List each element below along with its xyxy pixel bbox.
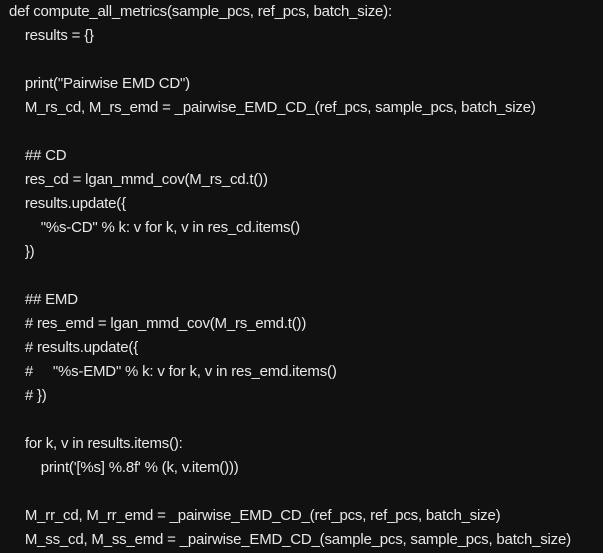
code-line: })	[9, 243, 35, 260]
code-line: M_ss_cd, M_ss_emd = _pairwise_EMD_CD_(sa…	[9, 531, 571, 548]
code-line: ## EMD	[9, 291, 78, 308]
code-lines: def compute_all_metrics(sample_pcs, ref_…	[9, 0, 599, 552]
code-line: # "%s-EMD" % k: v for k, v in res_emd.it…	[9, 363, 337, 380]
code-line: print('[%s] %.8f' % (k, v.item()))	[9, 459, 239, 476]
code-line: M_rr_cd, M_rr_emd = _pairwise_EMD_CD_(re…	[9, 507, 501, 524]
code-line: results.update({	[9, 195, 126, 212]
code-line: ## CD	[9, 147, 67, 164]
code-line: # results.update({	[9, 339, 139, 356]
code-line: M_rs_cd, M_rs_emd = _pairwise_EMD_CD_(re…	[9, 99, 536, 116]
code-line: results = {}	[9, 27, 94, 44]
code-block: def compute_all_metrics(sample_pcs, ref_…	[0, 0, 603, 553]
code-line: def compute_all_metrics(sample_pcs, ref_…	[9, 3, 392, 20]
code-line: print("Pairwise EMD CD")	[9, 75, 190, 92]
code-line: for k, v in results.items():	[9, 435, 183, 452]
code-line: "%s-CD" % k: v for k, v in res_cd.items(…	[9, 219, 300, 236]
code-line: # })	[9, 387, 47, 404]
code-line: res_cd = lgan_mmd_cov(M_rs_cd.t())	[9, 171, 268, 188]
code-line: # res_emd = lgan_mmd_cov(M_rs_emd.t())	[9, 315, 307, 332]
